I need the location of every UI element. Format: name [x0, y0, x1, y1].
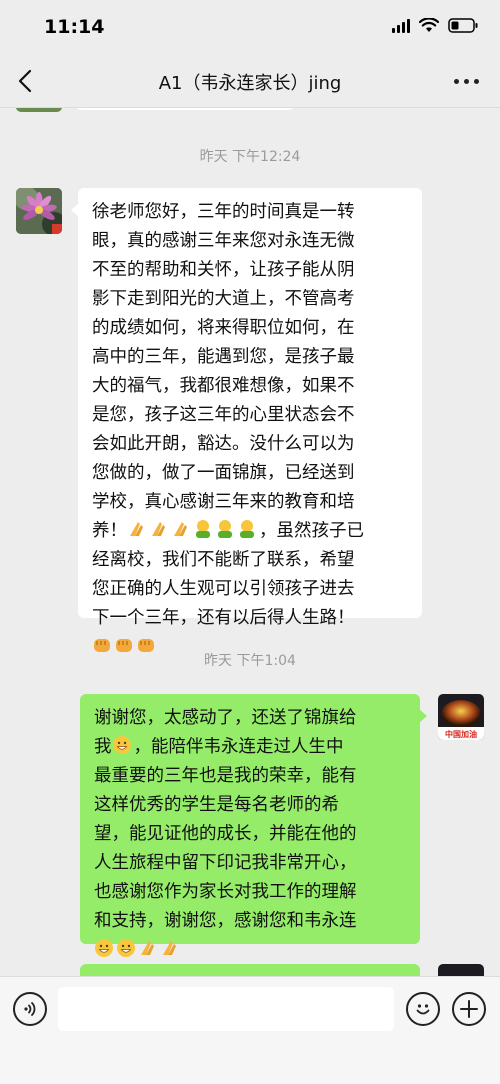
incoming-message-bubble[interactable]: 徐老师您好，三年的时间真是一转 眼，真的感谢三年来您对永连无微 不至的帮助和关怀…	[71, 188, 422, 652]
cellular-signal-icon	[392, 18, 410, 33]
message-line: 这样优秀的学生是每名老师的希	[94, 795, 339, 815]
praying-hands-emoji-icon	[141, 941, 154, 955]
message-line: 高中的三年，能遇到您，是孩子最	[92, 347, 355, 367]
message-line: 下一个三年，还有以后得人生路！	[92, 608, 355, 628]
outgoing-message-bubble[interactable]	[80, 964, 420, 976]
praying-hands-emoji-icon	[152, 522, 165, 536]
wifi-icon	[419, 18, 439, 33]
message-line: 望，能见证他的成长，并能在他的	[94, 824, 357, 844]
teacher-avatar[interactable]	[438, 964, 484, 976]
message-text: ，能陪伴韦永连走过人生中	[133, 737, 344, 757]
message-line-with-emoji: 养！ ，虽然孩子已	[92, 517, 410, 546]
message-timestamp: 昨天 下午1:04	[204, 653, 296, 669]
voice-button[interactable]	[13, 992, 47, 1026]
green-person-emoji-icon	[196, 520, 210, 538]
parent-avatar[interactable]	[16, 188, 62, 234]
more-button[interactable]	[448, 66, 484, 96]
emoji-line	[94, 936, 408, 965]
message-line: 谢谢您，太感动了，还送了锦旗给	[94, 708, 357, 728]
status-icons	[392, 18, 478, 33]
message-line-with-emoji: 我 ，能陪伴韦永连走过人生中	[94, 733, 408, 762]
china-jiayou-avatar-icon: 中国加油	[438, 694, 484, 740]
green-person-emoji-icon	[240, 520, 254, 538]
plus-button[interactable]	[452, 992, 486, 1026]
message-line: 眼，真的感谢三年来您对永连无微	[92, 231, 355, 251]
status-time: 11:14	[44, 16, 105, 38]
voice-icon	[24, 1002, 36, 1016]
message-line: 您正确的人生观可以引领孩子进去	[92, 579, 355, 599]
praying-hands-emoji-icon	[174, 522, 187, 536]
message-list[interactable]: 昨天 下午12:24 徐老师您好，三年的时间真是一转 眼，真的感谢三年来您对永连…	[0, 108, 500, 976]
message-line: 人生旅程中留下印记我非常开心，	[94, 853, 357, 873]
message-line: 学校，真心感谢三年来的教育和培	[92, 492, 355, 512]
emoji-button[interactable]	[406, 992, 440, 1026]
praying-hands-emoji-icon	[130, 522, 143, 536]
message-line: 不至的帮助和关怀，让孩子能从阴	[92, 260, 355, 280]
teacher-avatar[interactable]: 中国加油	[438, 694, 484, 740]
avatar[interactable]	[16, 108, 62, 112]
message-input[interactable]	[58, 987, 394, 1031]
battery-icon	[448, 18, 478, 33]
message-line: 和支持，谢谢您，感谢您和韦永连	[94, 911, 357, 931]
grin-emoji-icon	[112, 736, 131, 754]
plus-icon	[460, 1000, 478, 1018]
message-line: 徐老师您好，三年的时间真是一转	[92, 202, 355, 222]
chat-header: A1（韦永连家长）jing	[0, 52, 500, 108]
green-person-emoji-icon	[218, 520, 232, 538]
message-line: 是您，孩子这三年的心里状态会不	[92, 405, 355, 425]
message-line: 也感谢您作为家长对我工作的理解	[94, 882, 357, 902]
praying-hands-emoji-icon	[163, 941, 176, 955]
message-timestamp: 昨天 下午12:24	[199, 149, 301, 165]
message-line: 会如此开朗，豁达。没什么可以为	[92, 434, 355, 454]
message-line: 的成绩如何，将来得职位如何，在	[92, 318, 355, 338]
message-text: ，虽然孩子已	[259, 521, 364, 541]
more-icon	[453, 78, 459, 84]
lotus-icon	[16, 188, 62, 234]
chat-title: A1（韦永连家长）jing	[158, 73, 342, 94]
emoji-icon	[416, 1004, 430, 1015]
grin-emoji-icon	[117, 939, 135, 957]
message-line: 您做的，做了一面锦旗，已经送到	[92, 463, 355, 483]
outgoing-message-bubble[interactable]: 谢谢您，太感动了，还送了锦旗给 我 ，能陪伴韦永连走过人生中 最重要的三年也是我的…	[80, 694, 427, 957]
chat-input-bar	[0, 976, 500, 1084]
message-line: 影下走到阳光的大道上，不管高考	[92, 289, 355, 309]
status-bar: 11:14	[0, 0, 500, 52]
grin-emoji-icon	[95, 939, 113, 957]
avatar-text: 中国加油	[445, 729, 477, 739]
message-line: 大的福气，我都很难想像，如果不	[92, 376, 355, 396]
message-text: 我	[94, 737, 112, 757]
message-line: 经离校，我们不能断了联系，希望	[92, 550, 355, 570]
message-text: 养！	[92, 521, 127, 541]
message-line: 最重要的三年也是我的荣幸，能有	[94, 766, 357, 786]
message-bubble[interactable]	[76, 108, 294, 110]
